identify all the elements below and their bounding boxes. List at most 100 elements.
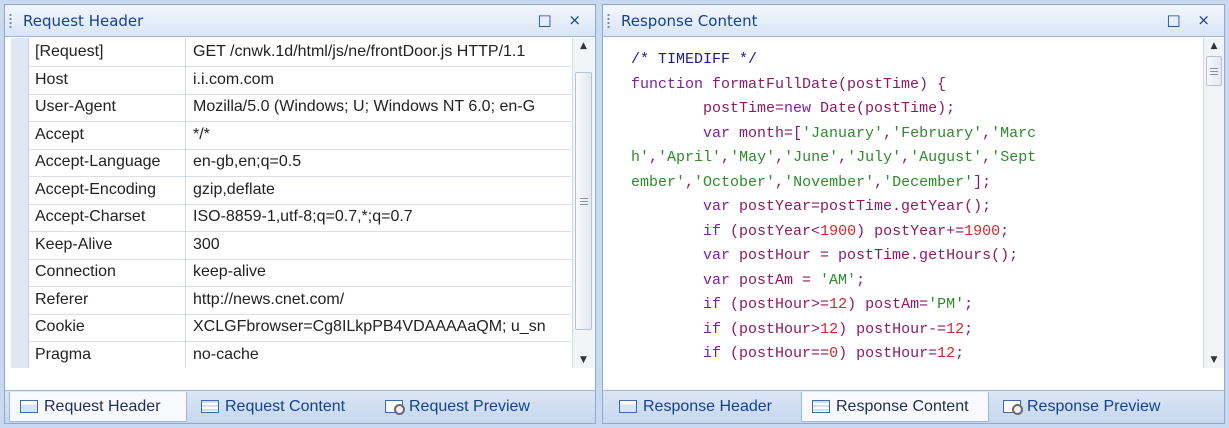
row-gutter[interactable] [11,285,29,315]
scroll-up-icon[interactable]: ▲ [573,38,594,54]
code-token: ; [856,271,866,289]
content-tab-icon [812,400,830,413]
code-token: , [838,149,848,166]
header-name-cell: Referer [29,285,186,315]
code-token: 'October' [694,173,776,191]
header-name-cell: Cookie [29,313,186,342]
code-token: var [703,271,731,289]
tab-label: Response Content [836,398,969,415]
header-value-cell[interactable]: ISO-8859-1,utf-8;q=0.7,*;q=0.7 [187,203,571,232]
code-token: (postYear< [721,222,821,240]
scrollbar-thumb[interactable] [575,72,592,330]
panel-title: Request Header [23,12,144,30]
request-header-panel: Request Header □ × [Request] GET /cnwk.1d… [4,4,596,424]
row-gutter[interactable] [11,175,29,205]
code-token: 'August' [910,149,983,166]
table-row[interactable]: Keep-Alive 300 [11,230,571,260]
row-gutter[interactable] [11,258,29,287]
tab-request-header[interactable]: Request Header [9,392,187,422]
tab-response-header[interactable]: Response Header [609,392,797,422]
row-gutter[interactable] [11,313,29,342]
header-value-cell[interactable]: GET /cnwk.1d/html/js/ne/frontDoor.js HTT… [187,38,571,67]
code-token: 1900 [964,222,1001,240]
header-value-cell[interactable]: i.i.com.com [187,66,571,95]
row-gutter[interactable] [11,230,29,260]
header-value-cell[interactable]: keep-alive [187,258,571,287]
table-row[interactable]: Accept-Encoding gzip,deflate [11,175,571,205]
code-token: , [874,173,884,191]
table-row[interactable]: Accept */* [11,120,571,150]
code-token: , [883,124,893,142]
code-token: ) postHour-= [838,320,947,338]
header-value-cell[interactable]: en-gb,en;q=0.5 [187,148,571,177]
code-token: var [703,198,731,215]
tab-response-content[interactable]: Response Content [801,392,989,422]
drag-grip-icon[interactable] [9,13,12,29]
code-token: (postHour> [721,320,821,338]
table-row[interactable]: Pragma no-cache [11,340,571,369]
response-code-view[interactable]: /* TIMEDIFF */ function formatFullDate(po… [631,48,1201,368]
scrollbar-thumb[interactable] [1206,56,1222,86]
table-row[interactable]: Cookie XCLGFbrowser=Cg8ILkpPB4VDAAAAaQM; … [11,313,571,342]
code-token: ]; [973,173,992,191]
header-value-cell[interactable]: gzip,deflate [187,176,571,205]
code-token: , [982,149,992,166]
header-name-cell: Connection [29,258,186,287]
header-value-cell[interactable]: Mozilla/5.0 (Windows; U; Windows NT 6.0;… [187,93,571,122]
header-value-cell[interactable]: no-cache [187,341,571,369]
scroll-down-icon[interactable]: ▼ [1204,352,1224,368]
table-row[interactable]: Accept-Language en-gb,en;q=0.5 [11,148,571,177]
response-content-titlebar[interactable]: Response Content □ × [603,5,1224,37]
tab-request-preview[interactable]: Request Preview [375,392,551,422]
code-line: function formatFullDate(postTime) { [631,73,1201,98]
row-gutter[interactable] [11,93,29,122]
row-gutter[interactable] [11,120,29,150]
scroll-down-icon[interactable]: ▼ [573,352,594,368]
tab-label: Request Preview [409,398,530,415]
panel-title: Response Content [621,12,758,30]
code-token: 'December' [883,173,974,191]
table-row[interactable]: User-Agent Mozilla/5.0 (Windows; U; Windo… [11,93,571,122]
tab-response-preview[interactable]: Response Preview [993,392,1183,422]
scroll-up-icon[interactable]: ▲ [1204,38,1224,54]
table-row[interactable]: Host i.i.com.com [11,65,571,95]
content-tab-icon [201,400,219,413]
header-value-cell[interactable]: */* [187,121,571,150]
code-token: 0 [829,345,839,362]
row-gutter[interactable] [11,38,29,67]
header-name-cell: [Request] [29,38,186,67]
code-token: , [982,124,992,142]
request-header-titlebar[interactable]: Request Header □ × [5,5,595,37]
window-buttons[interactable]: □ × [1166,11,1216,29]
header-grid-scrollbar[interactable]: ▲ ▼ [572,38,594,368]
header-value-cell[interactable]: http://news.cnet.com/ [187,286,571,315]
tab-label: Response Preview [1027,398,1161,415]
code-token: 'Marc [991,124,1037,142]
code-token: ; [964,296,974,313]
code-line: var postAm = 'AM'; [631,269,1201,294]
table-row[interactable]: Connection keep-alive [11,258,571,287]
code-token: , [775,149,785,166]
header-name-cell: Pragma [29,340,186,368]
header-name-cell: User-Agent [29,93,186,122]
code-token: month=[ [730,124,803,142]
table-row[interactable]: Referer http://news.cnet.com/ [11,285,571,315]
header-value-cell[interactable]: XCLGFbrowser=Cg8ILkpPB4VDAAAAaQM; u_sn [187,313,571,342]
code-token: formatFullDate(postTime) { [703,75,947,93]
drag-grip-icon[interactable] [607,13,610,29]
table-row[interactable]: [Request] GET /cnwk.1d/html/js/ne/frontDo… [11,38,571,67]
row-gutter[interactable] [11,65,29,95]
row-gutter[interactable] [11,340,29,368]
row-gutter[interactable] [11,203,29,232]
header-name-cell: Host [29,65,186,95]
table-row[interactable]: Accept-Charset ISO-8859-1,utf-8;q=0.7,*;q… [11,203,571,232]
code-view-scrollbar[interactable]: ▲ ▼ [1203,38,1224,368]
tab-request-content[interactable]: Request Content [191,392,371,422]
code-token: 12 [820,320,839,338]
header-value-cell[interactable]: 300 [187,231,571,260]
window-buttons[interactable]: □ × [537,11,587,29]
row-gutter[interactable] [11,148,29,177]
